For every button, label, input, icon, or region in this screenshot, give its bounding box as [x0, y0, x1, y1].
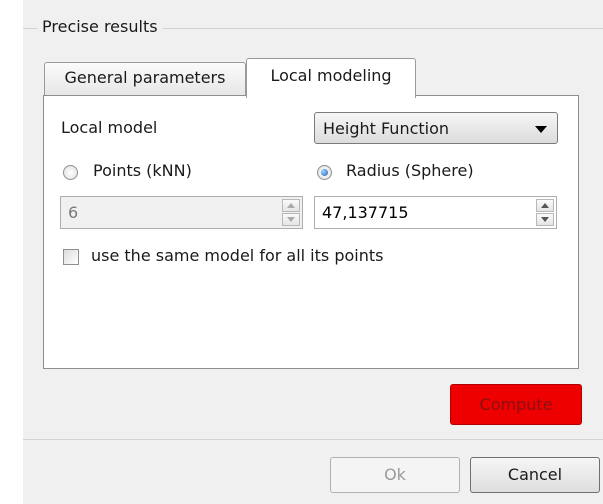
same-model-label[interactable]: use the same model for all its points	[91, 246, 383, 265]
local-model-select[interactable]: Height Function	[314, 112, 558, 144]
points-knn-radio[interactable]	[63, 165, 78, 180]
tab-local-modeling[interactable]: Local modeling	[246, 58, 416, 98]
cancel-button[interactable]: Cancel	[470, 457, 600, 493]
local-model-label: Local model	[61, 118, 158, 137]
points-knn-value: 6	[68, 203, 79, 222]
radius-sphere-spinbox[interactable]: 47,137715	[314, 196, 557, 229]
radius-sphere-label[interactable]: Radius (Sphere)	[346, 161, 474, 180]
spin-down-icon[interactable]	[282, 213, 300, 226]
compute-button[interactable]: Compute	[450, 384, 582, 425]
group-title: Precise results	[38, 17, 162, 36]
tab-general-parameters[interactable]: General parameters	[44, 62, 246, 96]
spin-down-icon[interactable]	[536, 213, 554, 226]
radius-sphere-value: 47,137715	[322, 203, 409, 222]
ok-button[interactable]: Ok	[330, 457, 460, 493]
same-model-checkbox[interactable]	[63, 249, 79, 265]
local-model-selected-value: Height Function	[323, 119, 450, 138]
spin-up-icon[interactable]	[282, 199, 300, 212]
spin-up-icon[interactable]	[536, 199, 554, 212]
chevron-down-icon	[535, 126, 547, 133]
radius-sphere-radio[interactable]	[317, 165, 332, 180]
points-knn-label[interactable]: Points (kNN)	[93, 161, 192, 180]
points-knn-spinbox[interactable]: 6	[60, 196, 303, 229]
